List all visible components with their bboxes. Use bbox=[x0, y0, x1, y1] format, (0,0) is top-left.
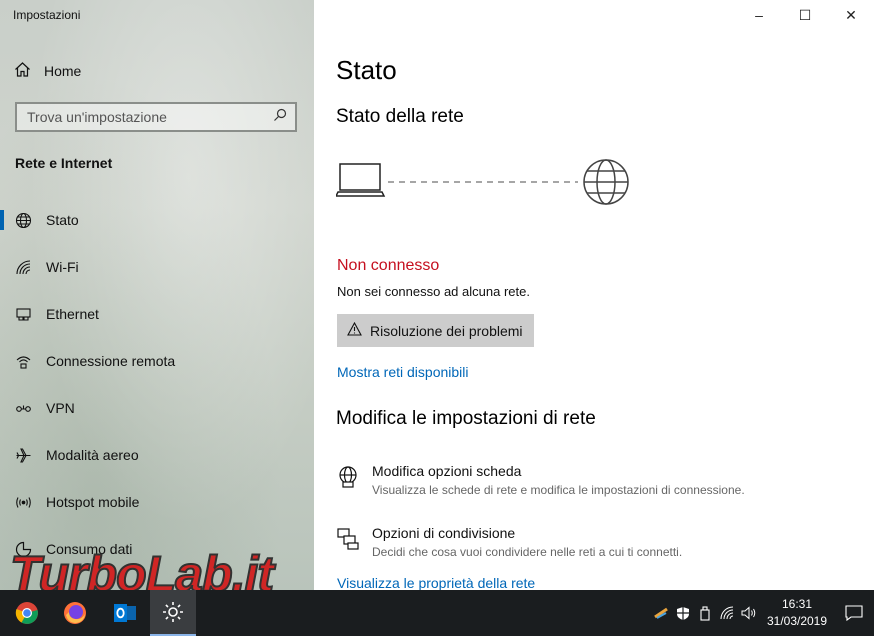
sidebar-item-label: Modalità aereo bbox=[46, 447, 139, 463]
troubleshoot-label: Risoluzione dei problemi bbox=[370, 322, 523, 339]
sidebar-item-wifi[interactable]: Wi-Fi bbox=[0, 247, 314, 287]
maximize-button[interactable]: ☐ bbox=[782, 0, 828, 30]
laptop-icon bbox=[334, 163, 386, 197]
data-usage-icon bbox=[14, 540, 32, 558]
wifi-tray-icon[interactable] bbox=[716, 590, 738, 636]
wifi-icon bbox=[14, 258, 32, 276]
sidebar: Impostazioni Home Rete e Internet Stato bbox=[0, 0, 314, 590]
connection-status-text: Non sei connesso ad alcuna rete. bbox=[337, 284, 530, 299]
internet-globe-icon bbox=[583, 159, 629, 205]
home-icon bbox=[14, 61, 31, 81]
sidebar-item-label: Connessione remota bbox=[46, 353, 176, 369]
option-description: Visualizza le schede di rete e modifica … bbox=[372, 483, 745, 497]
sidebar-home[interactable]: Home bbox=[14, 61, 81, 81]
defender-shield-icon[interactable] bbox=[672, 590, 694, 636]
chrome-icon[interactable] bbox=[4, 590, 50, 636]
sidebar-item-connessione-remota[interactable]: Connessione remota bbox=[0, 341, 314, 381]
ethernet-icon bbox=[14, 305, 32, 323]
show-networks-link[interactable]: Mostra reti disponibili bbox=[337, 364, 469, 380]
airplane-icon bbox=[14, 446, 32, 464]
window-title: Impostazioni bbox=[13, 8, 81, 22]
search-icon[interactable] bbox=[273, 108, 287, 127]
sidebar-item-consumo-dati[interactable]: Consumo dati bbox=[0, 529, 314, 569]
sidebar-item-modalita-aereo[interactable]: Modalità aereo bbox=[0, 435, 314, 475]
sidebar-item-ethernet[interactable]: Ethernet bbox=[0, 294, 314, 334]
hotspot-icon bbox=[14, 493, 32, 511]
vpn-icon bbox=[14, 399, 32, 417]
sidebar-item-label: Consumo dati bbox=[46, 541, 133, 557]
sidebar-item-vpn[interactable]: VPN bbox=[0, 388, 314, 428]
sidebar-item-label: Stato bbox=[46, 212, 79, 228]
security-icon[interactable] bbox=[650, 590, 672, 636]
sidebar-item-label: Wi-Fi bbox=[46, 259, 79, 275]
clock-date: 31/03/2019 bbox=[766, 614, 828, 628]
settings-icon[interactable] bbox=[150, 590, 196, 636]
window-controls: – ☐ ✕ bbox=[736, 0, 874, 30]
sidebar-item-label: VPN bbox=[46, 400, 75, 416]
minimize-button[interactable]: – bbox=[736, 0, 782, 30]
sidebar-item-label: Hotspot mobile bbox=[46, 494, 140, 510]
volume-icon[interactable] bbox=[738, 590, 760, 636]
page-title: Stato bbox=[336, 55, 397, 85]
option-title: Opzioni di condivisione bbox=[372, 525, 516, 541]
network-status-heading: Stato della rete bbox=[336, 106, 464, 127]
adapter-options-icon bbox=[336, 465, 360, 489]
sidebar-item-label: Ethernet bbox=[46, 306, 99, 322]
close-button[interactable]: ✕ bbox=[828, 0, 874, 30]
option-description: Decidi che cosa vuoi condividere nelle r… bbox=[372, 545, 683, 559]
firefox-icon[interactable] bbox=[52, 590, 98, 636]
sidebar-item-hotspot-mobile[interactable]: Hotspot mobile bbox=[0, 482, 314, 522]
option-title: Modifica opzioni scheda bbox=[372, 463, 522, 479]
clock[interactable]: 16:31 31/03/2019 bbox=[760, 596, 834, 630]
globe-icon bbox=[14, 211, 32, 229]
network-properties-link[interactable]: Visualizza le proprietà della rete bbox=[337, 575, 535, 591]
search-input[interactable] bbox=[27, 109, 257, 125]
main-content: – ☐ ✕ Stato Stato della rete Non conness… bbox=[314, 0, 874, 591]
warning-icon bbox=[347, 321, 362, 339]
section-title: Rete e Internet bbox=[15, 155, 113, 171]
connection-status: Non connesso bbox=[337, 257, 440, 274]
sidebar-item-stato[interactable]: Stato bbox=[0, 200, 314, 240]
system-tray: 16:31 31/03/2019 bbox=[650, 590, 874, 636]
taskbar: 16:31 31/03/2019 bbox=[0, 590, 874, 636]
sharing-options-icon bbox=[336, 527, 360, 551]
clock-time: 16:31 bbox=[781, 597, 813, 611]
dialup-icon bbox=[14, 352, 32, 370]
sharing-options-item[interactable]: Opzioni di condivisione Decidi che cosa … bbox=[336, 525, 682, 559]
usb-device-icon[interactable] bbox=[694, 590, 716, 636]
change-settings-heading: Modifica le impostazioni di rete bbox=[336, 408, 596, 429]
search-box[interactable] bbox=[15, 102, 297, 132]
outlook-icon[interactable] bbox=[102, 590, 148, 636]
troubleshoot-button[interactable]: Risoluzione dei problemi bbox=[337, 314, 534, 347]
home-label: Home bbox=[44, 63, 82, 79]
notification-icon[interactable] bbox=[834, 590, 874, 636]
network-diagram bbox=[334, 156, 636, 215]
adapter-options-item[interactable]: Modifica opzioni scheda Visualizza le sc… bbox=[336, 463, 745, 497]
